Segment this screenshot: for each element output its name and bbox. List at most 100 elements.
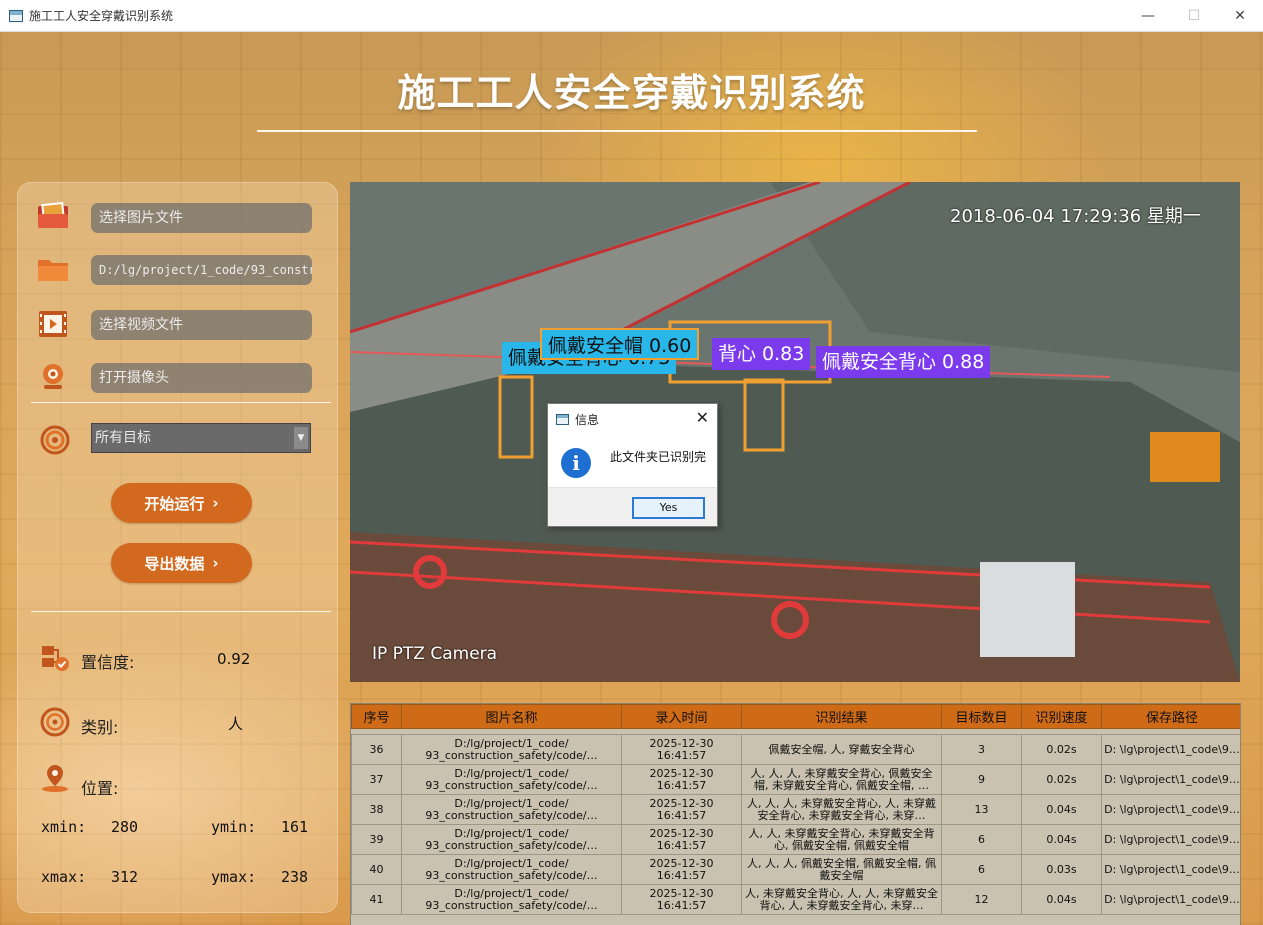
table-cell-speed: 0.04s — [1021, 824, 1102, 855]
table-cell-speed: 0.03s — [1021, 854, 1102, 885]
info-icon: i — [561, 448, 591, 478]
table-cell-result: 人, 人, 未穿戴安全背心, 未穿戴安全背心, 佩戴安全帽, 佩戴安全帽 — [741, 824, 942, 855]
title-underline — [257, 130, 977, 132]
video-file-icon[interactable] — [36, 309, 70, 339]
start-button[interactable]: 开始运行 › — [111, 483, 252, 523]
dialog-message: 此文件夹已识别完 — [610, 450, 707, 464]
ymin-value: 161 — [281, 818, 309, 836]
minimize-button[interactable]: — — [1125, 0, 1171, 32]
table-cell-count: 13 — [941, 794, 1022, 825]
cell-text: 0.03s — [1046, 863, 1077, 876]
cell-text: 人, 人, 人, 佩戴安全帽, 佩戴安全帽, 佩戴安全帽 — [747, 857, 936, 882]
export-button[interactable]: 导出数据 › — [111, 543, 252, 583]
table-cell-path: D: \lg\project\1_code\9… — [1101, 854, 1240, 885]
table-cell-id: 37 — [351, 764, 402, 795]
cell-text: 2025-12-30 16:41:57 — [649, 797, 714, 822]
cell-text: D: \lg\project\1_code\9… — [1104, 773, 1240, 786]
table-cell-name: D:/lg/project/1_code/ 93_construction_sa… — [401, 764, 622, 795]
cell-text: D: \lg\project\1_code\9… — [1104, 863, 1240, 876]
table-cell-id: 41 — [351, 884, 402, 915]
category-value: 人 — [228, 715, 244, 733]
video-file-input[interactable]: 选择视频文件 — [91, 310, 312, 340]
table-cell-count: 12 — [941, 884, 1022, 915]
window-controls: — ☐ ✕ — [1125, 0, 1263, 32]
col-header[interactable]: 识别速度 — [1021, 704, 1102, 729]
table-cell-name: D:/lg/project/1_code/ 93_construction_sa… — [401, 734, 622, 765]
table-cell-count: 6 — [941, 824, 1022, 855]
col-header[interactable]: 图片名称 — [401, 704, 622, 729]
cell-text: 2025-12-30 16:41:57 — [649, 887, 714, 912]
cell-text: D:/lg/project/1_code/ 93_construction_sa… — [425, 887, 598, 912]
table-cell-id: 39 — [351, 824, 402, 855]
cell-text: 0.02s — [1046, 743, 1077, 756]
ymin-label: ymin: — [211, 818, 257, 836]
table-cell-name: D:/lg/project/1_code/ 93_construction_sa… — [401, 854, 622, 885]
confidence-icon — [38, 643, 72, 673]
cell-text: 佩戴安全帽, 人, 穿戴安全背心 — [768, 743, 915, 756]
control-panel: 选择图片文件 D:/lg/project/1_code/93_construct… — [17, 182, 338, 913]
yes-button[interactable]: Yes — [632, 497, 705, 519]
table-row[interactable]: 40 D:/lg/project/1_code/ 93_construction_… — [351, 854, 1240, 885]
table-row[interactable]: 39 D:/lg/project/1_code/ 93_construction_… — [351, 824, 1240, 855]
col-header[interactable]: 录入时间 — [621, 704, 742, 729]
table-cell-result: 人, 人, 人, 未穿戴安全背心, 人, 未穿戴安全背心, 未穿戴安全背心, 未… — [741, 794, 942, 825]
table-cell-result: 人, 人, 人, 未穿戴安全背心, 佩戴安全帽, 未穿戴安全背心, 佩戴安全帽,… — [741, 764, 942, 795]
dialog-footer: Yes — [548, 487, 717, 526]
window-title: 施工工人安全穿戴识别系统 — [29, 9, 174, 23]
folder-path-input[interactable]: D:/lg/project/1_code/93_construction_saf… — [91, 255, 312, 285]
table-cell-result: 人, 未穿戴安全背心, 人, 人, 未穿戴安全背心, 人, 未穿戴安全背心, 未… — [741, 884, 942, 915]
close-button[interactable]: ✕ — [1217, 0, 1263, 32]
table-cell-name: D:/lg/project/1_code/ 93_construction_sa… — [401, 824, 622, 855]
position-label: 位置: — [81, 779, 119, 798]
col-header[interactable]: 序号 — [351, 704, 402, 729]
cell-text: 0.04s — [1046, 803, 1077, 816]
col-header[interactable]: 保存路径 — [1101, 704, 1240, 729]
xmax-value: 312 — [111, 868, 139, 886]
dialog-title: 信息 — [575, 412, 600, 427]
cell-text: D:/lg/project/1_code/ 93_construction_sa… — [425, 737, 598, 762]
folder-icon[interactable] — [36, 254, 70, 284]
table-cell-path: D: \lg\project\1_code\9… — [1101, 884, 1240, 915]
image-folder-icon[interactable] — [36, 201, 70, 231]
detection-label: 佩戴安全帽 0.60 — [540, 328, 700, 360]
dialog-close-icon[interactable]: ✕ — [696, 408, 709, 427]
table-row[interactable]: 38 D:/lg/project/1_code/ 93_construction_… — [351, 794, 1240, 825]
results-table[interactable]: 序号 图片名称 录入时间 识别结果 目标数目 识别速度 保存路径 36 D:/lg… — [350, 703, 1241, 925]
table-cell-count: 6 — [941, 854, 1022, 885]
divider — [31, 611, 331, 612]
cell-text: 0.04s — [1046, 833, 1077, 846]
webcam-icon[interactable] — [36, 362, 70, 392]
maximize-button[interactable]: ☐ — [1171, 0, 1217, 32]
cell-text: 13 — [974, 803, 989, 816]
cell-text: 37 — [369, 773, 384, 786]
ymax-label: ymax: — [211, 868, 257, 886]
cell-text: 人, 人, 人, 未穿戴安全背心, 佩戴安全帽, 未穿戴安全背心, 佩戴安全帽,… — [750, 767, 933, 792]
table-row[interactable]: 41 D:/lg/project/1_code/ 93_construction_… — [351, 884, 1240, 915]
dropdown-arrow-icon[interactable]: ▼ — [294, 427, 308, 449]
ymax-value: 238 — [281, 868, 309, 886]
table-row[interactable]: 37 D:/lg/project/1_code/ 93_construction_… — [351, 764, 1240, 795]
cell-text: D: \lg\project\1_code\9… — [1104, 743, 1240, 756]
camera-label: IP PTZ Camera — [372, 644, 498, 664]
col-header[interactable]: 目标数目 — [941, 704, 1022, 729]
cell-text: D: \lg\project\1_code\9… — [1104, 803, 1240, 816]
cell-text: D:/lg/project/1_code/ 93_construction_sa… — [425, 767, 598, 792]
camera-input[interactable]: 打开摄像头 — [91, 363, 312, 393]
cell-text: D:/lg/project/1_code/ 93_construction_sa… — [425, 797, 598, 822]
table-cell-count: 3 — [941, 734, 1022, 765]
cell-text: 40 — [369, 863, 384, 876]
cell-text: 36 — [369, 743, 384, 756]
table-row[interactable]: 36 D:/lg/project/1_code/ 93_construction_… — [351, 734, 1240, 765]
table-cell-path: D: \lg\project\1_code\9… — [1101, 824, 1240, 855]
target-icon — [38, 425, 72, 455]
table-cell-result: 人, 人, 人, 佩戴安全帽, 佩戴安全帽, 佩戴安全帽 — [741, 854, 942, 885]
scene-drawing — [350, 182, 1240, 682]
app-icon — [9, 9, 23, 22]
cell-text: 2025-12-30 16:41:57 — [649, 857, 714, 882]
col-header[interactable]: 识别结果 — [741, 704, 942, 729]
cell-text: 38 — [369, 803, 384, 816]
image-file-input[interactable]: 选择图片文件 — [91, 203, 312, 233]
target-select[interactable]: 所有目标 ▼ — [91, 423, 311, 453]
dialog-app-icon — [556, 413, 569, 425]
table-cell-time: 2025-12-30 16:41:57 — [621, 734, 742, 765]
